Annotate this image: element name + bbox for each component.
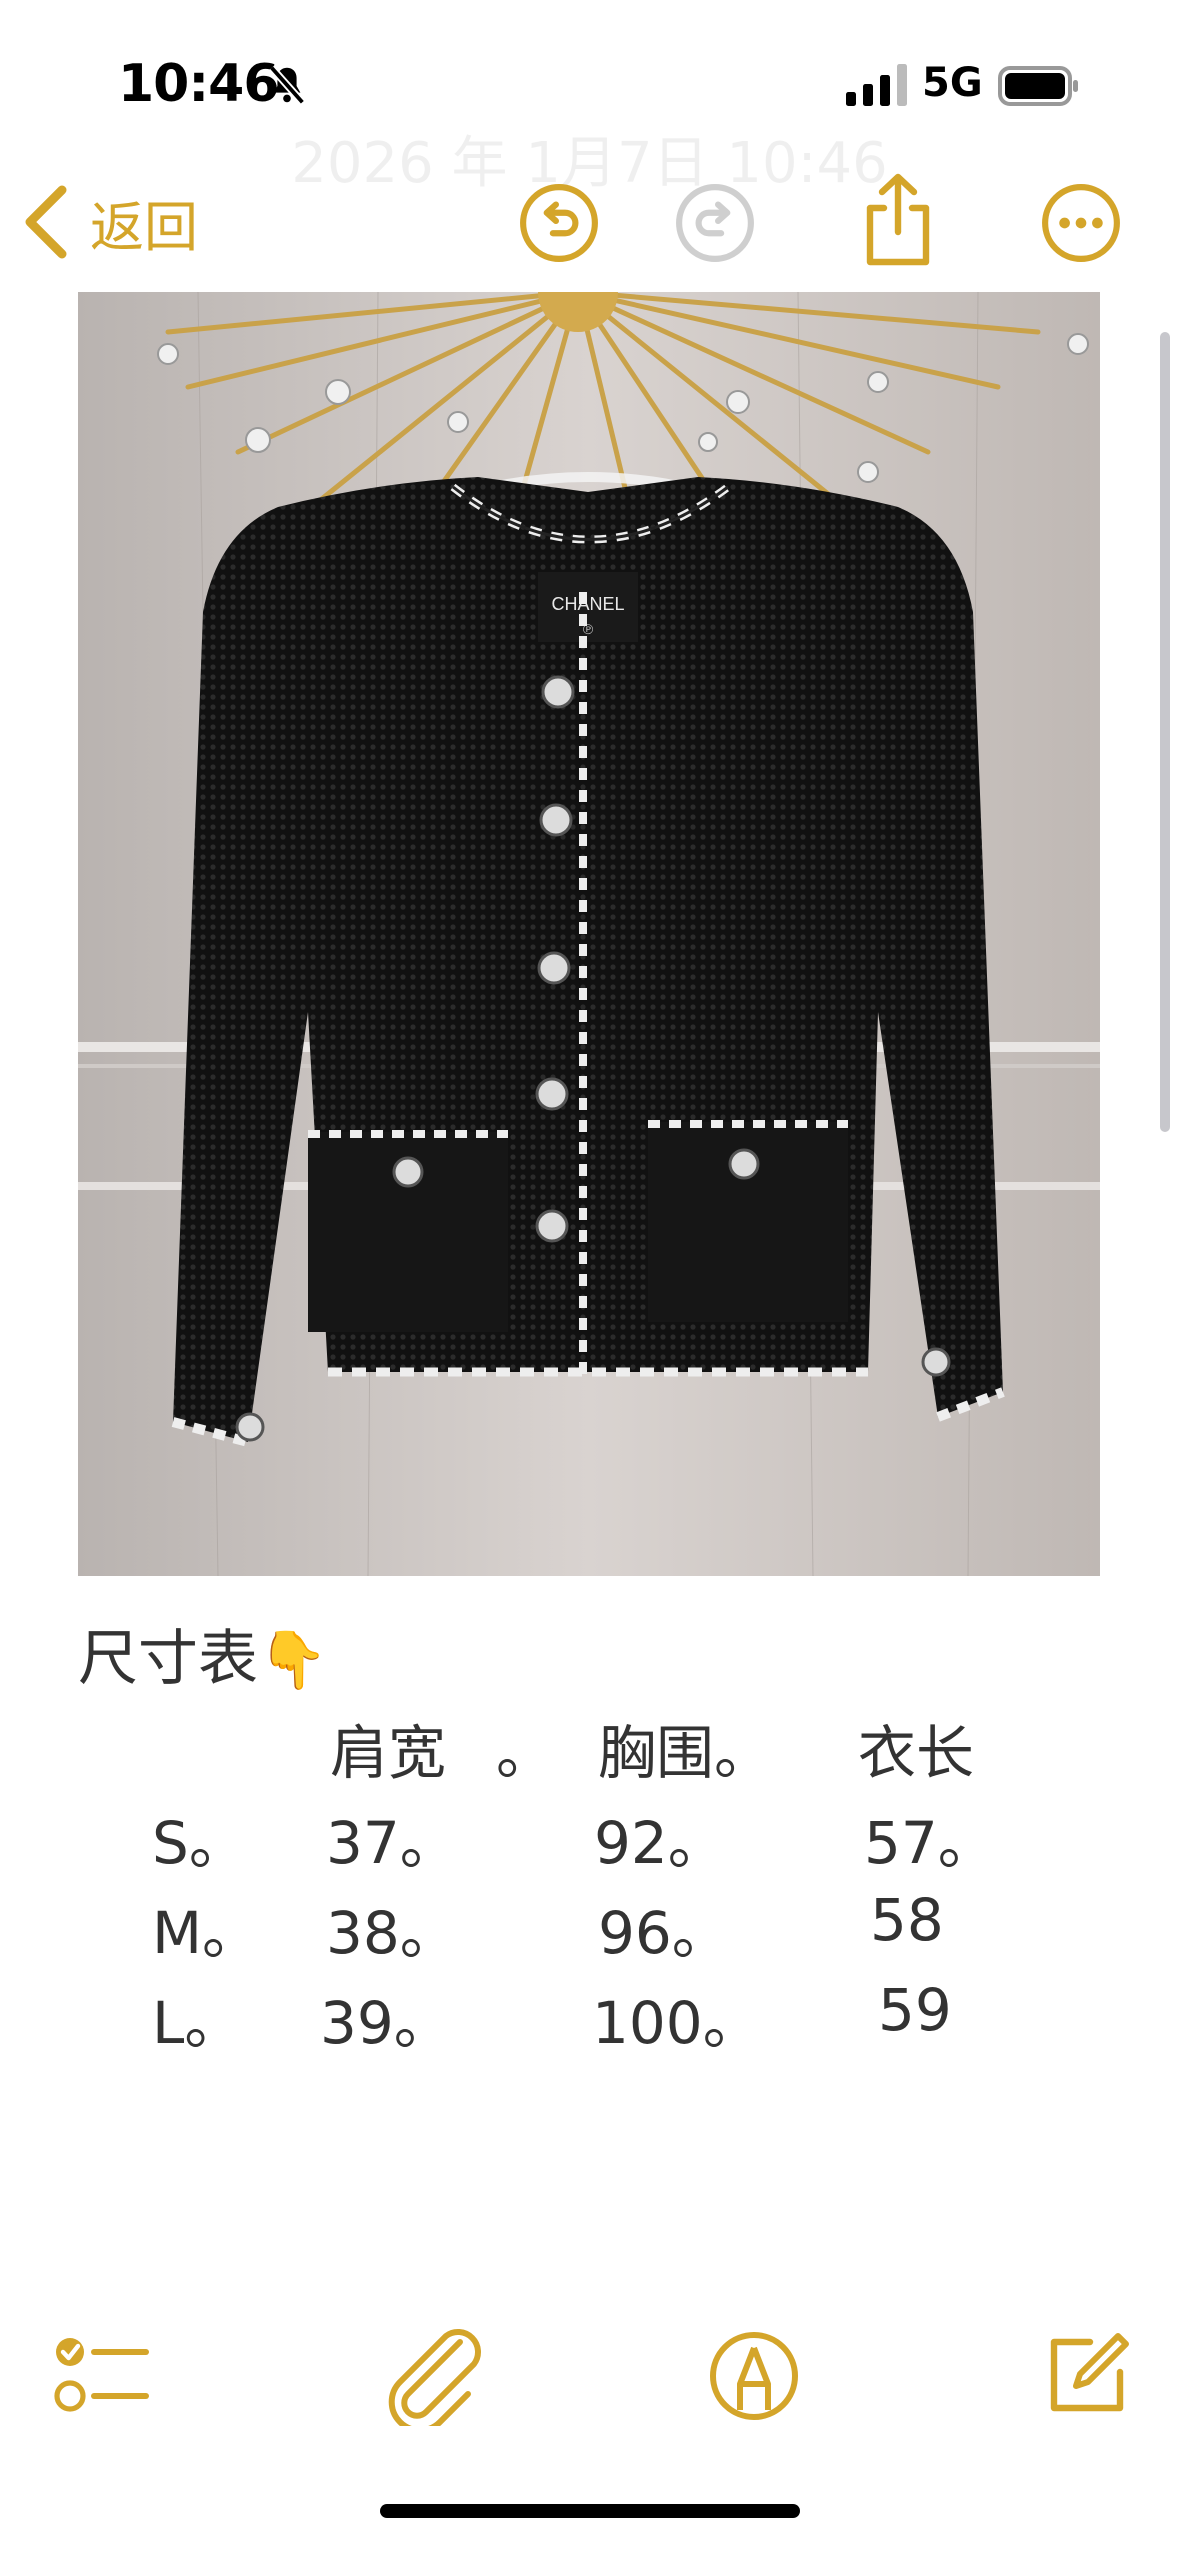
back-button[interactable]: 返回 bbox=[22, 182, 198, 262]
paperclip-icon[interactable] bbox=[380, 2326, 490, 2426]
status-time: 10:46 bbox=[118, 54, 280, 114]
network-type: 5G bbox=[922, 60, 983, 106]
size-label: S。 bbox=[152, 1809, 247, 1877]
bell-slash-icon bbox=[268, 65, 306, 105]
header-length: 衣长 bbox=[858, 1719, 975, 1787]
chest-value: 96。 bbox=[598, 1899, 730, 1967]
header-shoulder: 肩宽 bbox=[330, 1719, 447, 1787]
note-title: 尺寸表👇 bbox=[78, 1610, 328, 1697]
size-label: L。 bbox=[152, 1989, 243, 2057]
chevron-left-icon bbox=[25, 185, 67, 259]
header-separator: 。 bbox=[496, 1719, 555, 1787]
redo-icon[interactable] bbox=[674, 182, 756, 264]
pointing-down-emoji: 👇 bbox=[258, 1628, 328, 1693]
shoulder-value: 37。 bbox=[326, 1809, 458, 1877]
jacket-photo[interactable]: CHANEL ℗ bbox=[78, 292, 1100, 1576]
size-label: M。 bbox=[152, 1899, 261, 1967]
length-value: 57。 bbox=[864, 1809, 996, 1877]
shoulder-value: 39。 bbox=[320, 1989, 452, 2057]
back-label: 返回 bbox=[90, 195, 198, 259]
battery-icon bbox=[998, 66, 1078, 106]
more-icon[interactable] bbox=[1040, 182, 1122, 264]
undo-icon[interactable] bbox=[518, 182, 600, 264]
chest-value: 92。 bbox=[594, 1809, 726, 1877]
chest-value: 100。 bbox=[592, 1989, 761, 2057]
compose-icon[interactable] bbox=[1042, 2330, 1132, 2420]
checklist-icon[interactable] bbox=[54, 2330, 150, 2420]
header-chest: 胸围。 bbox=[598, 1719, 773, 1787]
cellular-signal-icon bbox=[846, 64, 907, 106]
garment-label: CHANEL bbox=[551, 594, 624, 614]
shoulder-value: 38。 bbox=[326, 1899, 458, 1967]
length-value: 59 bbox=[878, 1976, 952, 2044]
markup-pen-icon[interactable] bbox=[708, 2330, 800, 2422]
note-title-text: 尺寸表 bbox=[78, 1624, 258, 1694]
length-value: 58 bbox=[870, 1886, 944, 1954]
home-indicator[interactable] bbox=[380, 2504, 800, 2518]
share-icon[interactable] bbox=[860, 172, 936, 268]
scroll-indicator[interactable] bbox=[1160, 332, 1170, 1132]
